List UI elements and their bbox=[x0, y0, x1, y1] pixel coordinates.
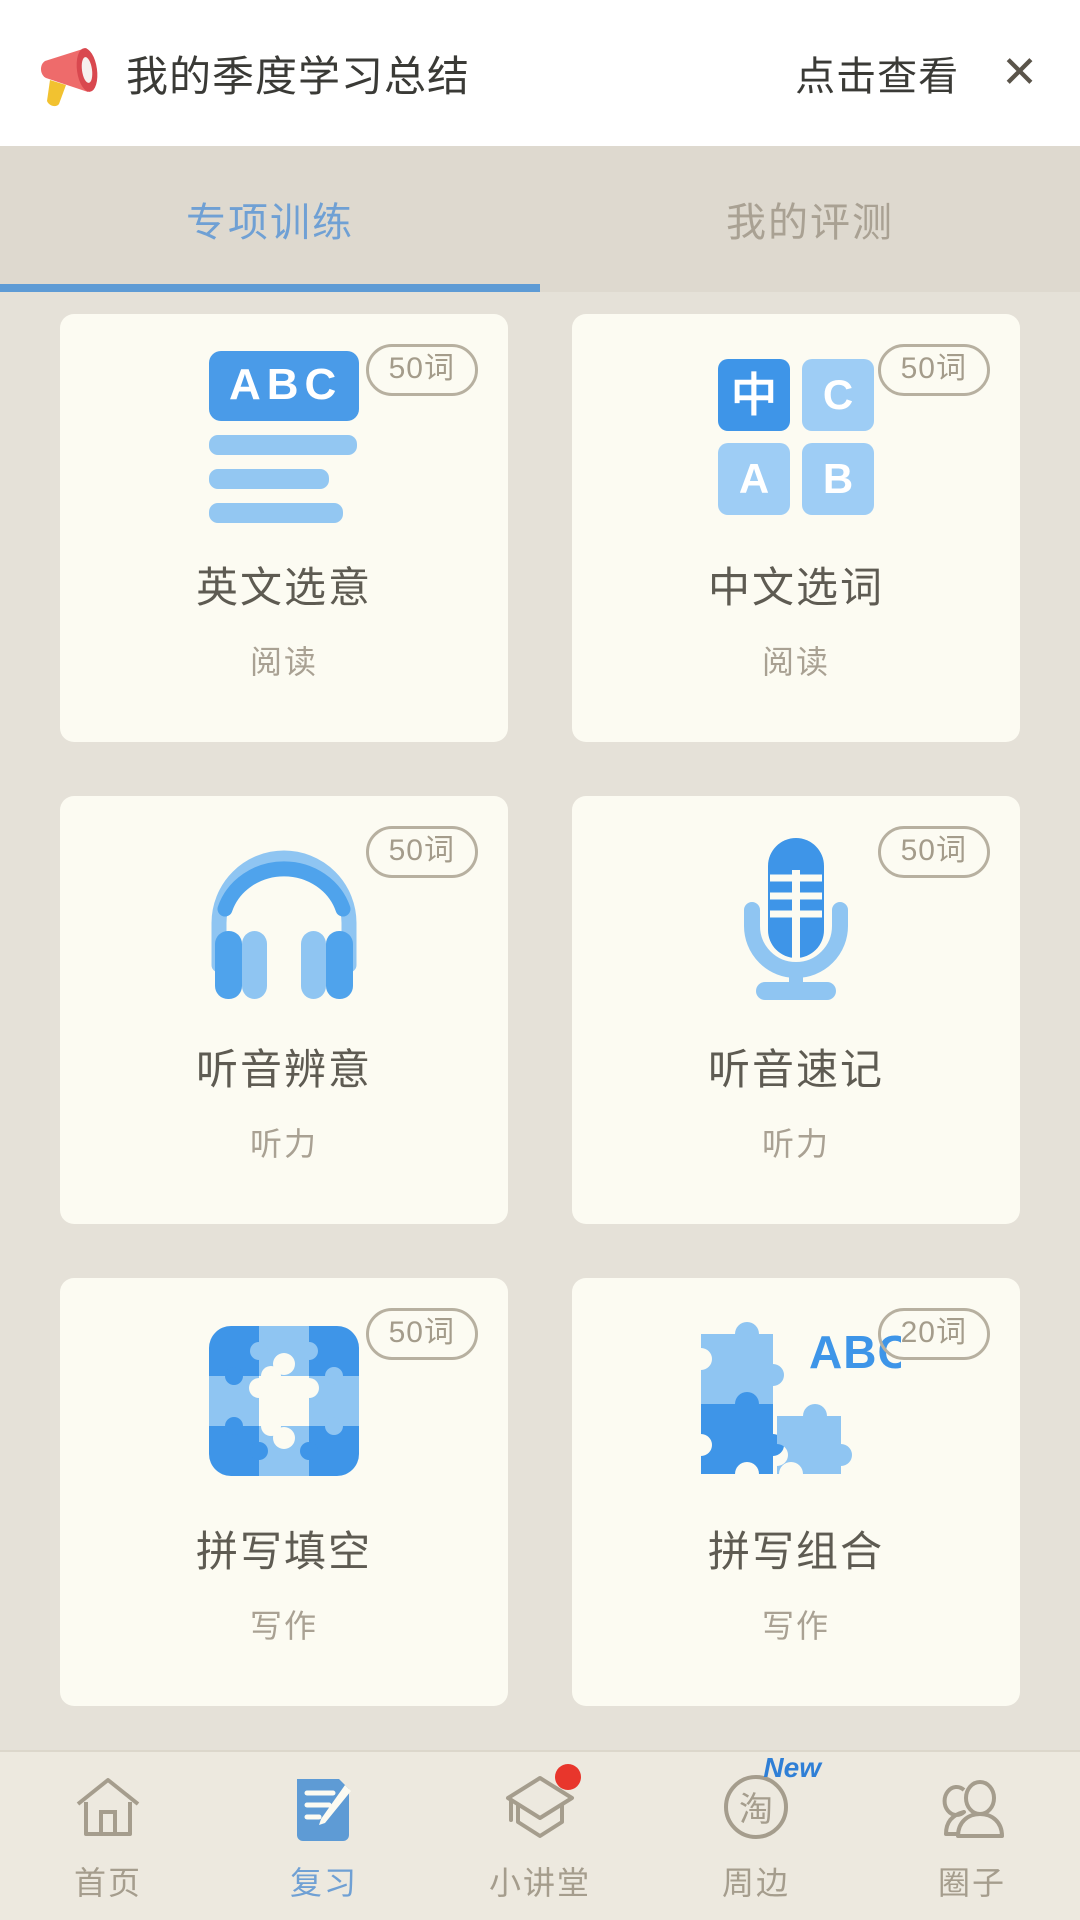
text-line-3 bbox=[209, 503, 343, 523]
text-line-1 bbox=[209, 435, 357, 455]
card-listen-shorthand[interactable]: 50词 听音速记 听力 bbox=[572, 796, 1020, 1224]
svg-text:淘: 淘 bbox=[739, 1791, 773, 1829]
word-count-badge: 20词 bbox=[877, 1308, 990, 1360]
tab-active-indicator bbox=[0, 284, 540, 292]
card-category: 阅读 bbox=[761, 644, 830, 680]
tile-b: B bbox=[802, 443, 874, 515]
nav-label: 周边 bbox=[721, 1865, 790, 1901]
banner-actions: 点击查看 ✕ bbox=[795, 44, 1046, 102]
tab-my-assessment[interactable]: 我的评测 bbox=[540, 146, 1080, 292]
card-category: 听力 bbox=[761, 1126, 830, 1162]
card-title: 拼写组合 bbox=[707, 1528, 884, 1575]
word-count-badge: 50词 bbox=[365, 1308, 478, 1360]
word-count-badge: 50词 bbox=[365, 344, 478, 396]
bottom-nav-bar: 首页 复习 小讲堂 淘 New 周边 圈子 bbox=[0, 1750, 1080, 1920]
tile-c: C bbox=[802, 359, 874, 431]
text-line-2 bbox=[209, 469, 329, 489]
training-card-grid: 50词 ABC 英文选意 阅读 50词 中 C A B 中文选词 阅读 50词 bbox=[0, 292, 1080, 1750]
tab-special-training[interactable]: 专项训练 bbox=[0, 146, 540, 292]
nav-label: 圈子 bbox=[937, 1865, 1006, 1901]
card-listen-meaning[interactable]: 50词 听音辨意 听力 bbox=[60, 796, 508, 1224]
taobao-circle-icon: 淘 New bbox=[717, 1752, 821, 1846]
card-title: 英文选意 bbox=[195, 564, 372, 611]
nav-item-review[interactable]: 复习 bbox=[216, 1752, 432, 1920]
card-category: 阅读 bbox=[249, 644, 318, 680]
announcement-banner: 我的季度学习总结 点击查看 ✕ bbox=[0, 0, 1080, 146]
card-category: 听力 bbox=[249, 1126, 318, 1162]
card-spelling-fill-blank[interactable]: 50词 拼写填空 写作 bbox=[60, 1278, 508, 1706]
people-icon bbox=[933, 1768, 1011, 1846]
card-title: 听音辨意 bbox=[195, 1046, 372, 1093]
word-count-badge: 50词 bbox=[877, 826, 990, 878]
tab-bar: 专项训练 我的评测 bbox=[0, 146, 1080, 292]
card-spelling-combination[interactable]: 20词 ABC 拼写组合 写作 bbox=[572, 1278, 1020, 1706]
nav-label: 小讲堂 bbox=[488, 1865, 591, 1901]
close-icon[interactable]: ✕ bbox=[993, 47, 1046, 99]
megaphone-icon bbox=[26, 34, 104, 112]
card-chinese-word-choice[interactable]: 50词 中 C A B 中文选词 阅读 bbox=[572, 314, 1020, 742]
banner-title: 我的季度学习总结 bbox=[126, 52, 471, 100]
banner-view-button[interactable]: 点击查看 bbox=[795, 44, 959, 102]
card-category: 写作 bbox=[761, 1608, 830, 1644]
nav-item-circles[interactable]: 圈子 bbox=[864, 1752, 1080, 1920]
graduation-cap-icon bbox=[501, 1764, 581, 1846]
nav-item-surroundings[interactable]: 淘 New 周边 bbox=[648, 1752, 864, 1920]
nav-label: 首页 bbox=[73, 1865, 142, 1901]
card-title: 中文选词 bbox=[707, 564, 884, 611]
word-count-badge: 50词 bbox=[877, 344, 990, 396]
card-category: 写作 bbox=[249, 1608, 318, 1644]
nav-label: 复习 bbox=[289, 1865, 358, 1901]
notification-dot bbox=[555, 1764, 581, 1790]
abc-label: ABC bbox=[209, 351, 359, 421]
tile-a: A bbox=[718, 443, 790, 515]
card-title: 拼写填空 bbox=[195, 1528, 372, 1575]
word-count-badge: 50词 bbox=[365, 826, 478, 878]
notebook-pen-icon bbox=[285, 1768, 363, 1846]
tile-zhong: 中 bbox=[718, 359, 790, 431]
nav-item-home[interactable]: 首页 bbox=[0, 1752, 216, 1920]
home-icon bbox=[69, 1768, 147, 1846]
new-badge: New bbox=[763, 1752, 821, 1783]
card-english-meaning[interactable]: 50词 ABC 英文选意 阅读 bbox=[60, 314, 508, 742]
nav-item-classroom[interactable]: 小讲堂 bbox=[432, 1752, 648, 1920]
card-title: 听音速记 bbox=[707, 1046, 884, 1093]
